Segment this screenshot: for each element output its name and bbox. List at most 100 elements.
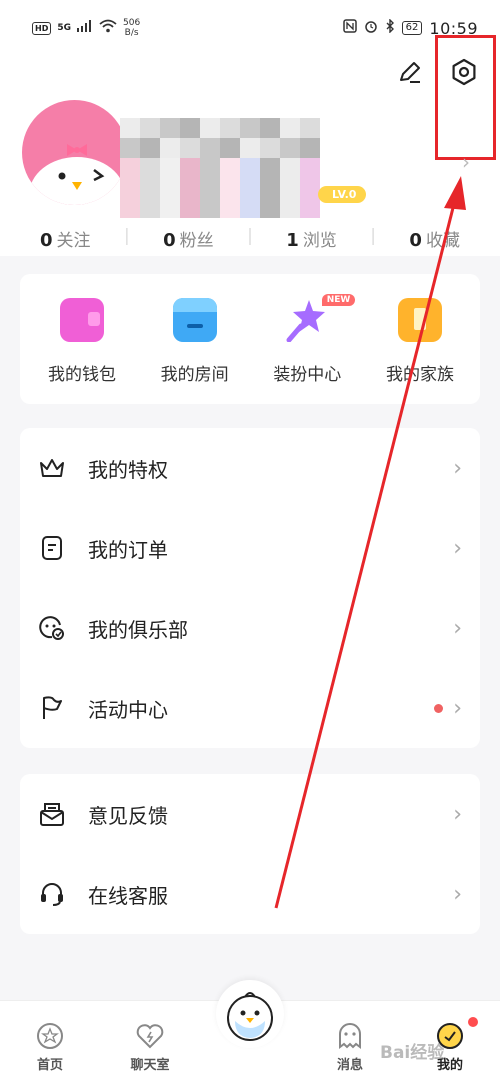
shop-icon xyxy=(172,298,217,342)
pixel-cell xyxy=(260,178,280,198)
menu-item-feedback[interactable]: 意见反馈 › xyxy=(38,774,462,854)
username-pixelated xyxy=(120,118,320,218)
pixel-cell xyxy=(300,158,320,178)
club-icon xyxy=(38,614,66,642)
mascot-icon xyxy=(227,992,273,1041)
pixel-cell xyxy=(120,158,140,178)
pixel-cell xyxy=(180,178,200,198)
pixel-cell xyxy=(220,198,240,218)
menu-card-support: 意见反馈 › 在线客服 › xyxy=(20,774,480,934)
feedback-icon xyxy=(38,800,66,828)
pixel-cell xyxy=(280,138,300,158)
pixel-cell xyxy=(160,118,180,138)
pixel-cell xyxy=(240,178,260,198)
pixel-cell xyxy=(200,178,220,198)
pixel-cell xyxy=(180,158,200,178)
profile-chevron-icon[interactable]: › xyxy=(462,150,470,174)
pixel-cell xyxy=(120,178,140,198)
me-icon xyxy=(435,1021,465,1051)
chat-room-icon xyxy=(135,1021,165,1051)
pixel-cell xyxy=(240,118,260,138)
pixel-cell xyxy=(200,198,220,218)
pixel-cell xyxy=(280,198,300,218)
avatar[interactable] xyxy=(22,100,127,205)
pixel-cell xyxy=(180,138,200,158)
status-bar: HD 5G 506 B/s 62 10:59 xyxy=(0,0,500,56)
tab-messages[interactable]: 消息 xyxy=(310,1021,390,1073)
quick-action-wallet[interactable]: 我的钱包 xyxy=(30,298,134,404)
tab-me[interactable]: 我的 xyxy=(410,1017,490,1073)
pixel-cell xyxy=(300,138,320,158)
flag-icon xyxy=(38,694,66,722)
headset-icon xyxy=(38,880,66,908)
pixel-cell xyxy=(140,198,160,218)
stat-views[interactable]: 1 浏览 xyxy=(286,226,337,251)
wifi-icon xyxy=(99,19,117,37)
pixel-cell xyxy=(120,138,140,158)
stat-following[interactable]: 0 关注 xyxy=(40,226,91,251)
notification-dot xyxy=(468,1017,478,1027)
menu-item-privileges[interactable]: 我的特权 › xyxy=(38,428,462,508)
pixel-cell xyxy=(260,118,280,138)
stat-fans[interactable]: 0 粉丝 xyxy=(163,226,214,251)
pixel-cell xyxy=(140,178,160,198)
chevron-right-icon: › xyxy=(453,801,462,827)
signal-icon xyxy=(77,20,93,36)
network-indicator: 5G xyxy=(57,23,71,33)
pixel-cell xyxy=(220,158,240,178)
pixel-cell xyxy=(220,118,240,138)
new-badge: NEW xyxy=(321,294,356,306)
pixel-cell xyxy=(200,138,220,158)
stat-favorites[interactable]: 0 收藏 xyxy=(409,226,460,251)
stats-row: 0 关注 | 0 粉丝 | 1 浏览 | 0 收藏 xyxy=(0,226,500,251)
pixel-cell xyxy=(220,138,240,158)
menu-item-club[interactable]: 我的俱乐部 › xyxy=(38,588,462,668)
chevron-right-icon: › xyxy=(453,881,462,907)
tab-home[interactable]: 首页 xyxy=(10,1021,90,1073)
chevron-right-icon: › xyxy=(453,535,462,561)
bluetooth-icon xyxy=(385,18,395,37)
tab-center-mascot[interactable] xyxy=(216,980,284,1048)
pixel-cell xyxy=(160,178,180,198)
notification-dot xyxy=(434,703,444,713)
quick-action-family[interactable]: 我的家族 xyxy=(368,298,472,404)
pixel-cell xyxy=(220,178,240,198)
pixel-cell xyxy=(300,198,320,218)
pixel-cell xyxy=(300,118,320,138)
pixel-cell xyxy=(200,158,220,178)
pixel-cell xyxy=(120,118,140,138)
tab-chat-room[interactable]: 聊天室 xyxy=(110,1021,190,1073)
chevron-right-icon: › xyxy=(453,455,462,481)
pixel-cell xyxy=(180,118,200,138)
menu-item-orders[interactable]: 我的订单 › xyxy=(38,508,462,588)
pixel-cell xyxy=(240,158,260,178)
pixel-cell xyxy=(160,158,180,178)
home-icon xyxy=(35,1021,65,1051)
settings-highlight-box xyxy=(435,35,496,160)
pixel-cell xyxy=(160,138,180,158)
stat-divider: | xyxy=(370,226,376,246)
quick-actions-card: 我的钱包 我的房间 NEW 装扮中心 我的家族 xyxy=(20,274,480,404)
pixel-cell xyxy=(280,118,300,138)
order-icon xyxy=(38,534,66,562)
pixel-cell xyxy=(140,158,160,178)
quick-action-room[interactable]: 我的房间 xyxy=(143,298,247,404)
pixel-cell xyxy=(280,158,300,178)
message-icon xyxy=(335,1021,365,1051)
pixel-cell xyxy=(260,158,280,178)
pixel-cell xyxy=(260,198,280,218)
pixel-cell xyxy=(300,178,320,198)
menu-item-activity[interactable]: 活动中心 › xyxy=(38,668,462,748)
pixel-cell xyxy=(240,138,260,158)
pixel-cell xyxy=(200,118,220,138)
pixel-cell xyxy=(240,198,260,218)
edit-icon[interactable] xyxy=(396,58,424,86)
pixel-cell xyxy=(140,118,160,138)
quick-action-dressup[interactable]: NEW 装扮中心 xyxy=(255,294,359,404)
stat-divider: | xyxy=(247,226,253,246)
pixel-cell xyxy=(160,198,180,218)
net-speed: 506 B/s xyxy=(123,18,141,38)
pixel-cell xyxy=(140,138,160,158)
stat-divider: | xyxy=(123,226,130,246)
menu-item-customer-service[interactable]: 在线客服 › xyxy=(38,854,462,934)
